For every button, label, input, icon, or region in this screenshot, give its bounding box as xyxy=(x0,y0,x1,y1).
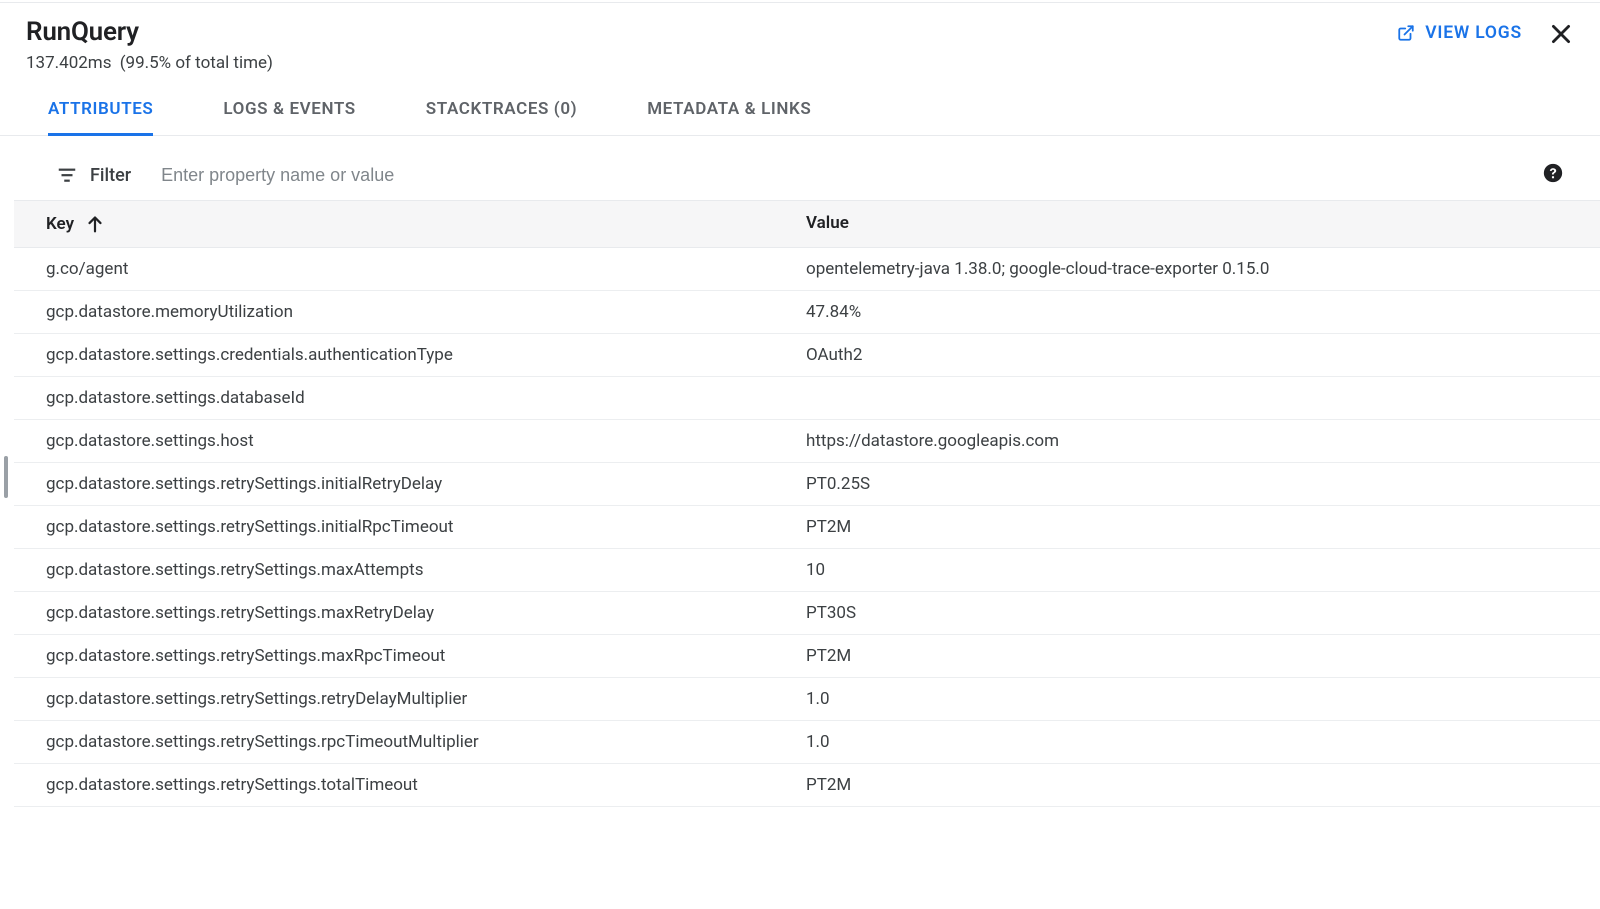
span-percent-of-total: (99.5% of total time) xyxy=(120,53,273,73)
attribute-value: PT2M xyxy=(806,646,1600,666)
attribute-key: gcp.datastore.settings.retrySettings.max… xyxy=(46,646,806,666)
attribute-key: gcp.datastore.settings.retrySettings.max… xyxy=(46,603,806,623)
attribute-value: PT2M xyxy=(806,775,1600,795)
span-subtitle: 137.402ms (99.5% of total time) xyxy=(26,53,1574,73)
attribute-key: gcp.datastore.settings.retrySettings.rpc… xyxy=(46,732,806,752)
attribute-value: 47.84% xyxy=(806,302,1600,322)
table-row[interactable]: gcp.datastore.settings.retrySettings.tot… xyxy=(14,764,1600,807)
external-link-icon xyxy=(1397,24,1415,42)
table-row[interactable]: gcp.datastore.settings.retrySettings.max… xyxy=(14,635,1600,678)
attribute-key: gcp.datastore.settings.databaseId xyxy=(46,388,806,408)
table-row[interactable]: gcp.datastore.settings.retrySettings.ret… xyxy=(14,678,1600,721)
tab-attributes[interactable]: ATTRIBUTES xyxy=(48,99,153,136)
panel-resize-handle[interactable] xyxy=(4,456,8,498)
close-icon xyxy=(1548,32,1574,51)
filter-bar: Filter xyxy=(14,150,1600,200)
table-row[interactable]: gcp.datastore.settings.retrySettings.ini… xyxy=(14,506,1600,549)
view-logs-button[interactable]: VIEW LOGS xyxy=(1397,23,1522,43)
table-row[interactable]: gcp.datastore.settings.retrySettings.rpc… xyxy=(14,721,1600,764)
attributes-table: Key Value g.co/agentopentelemetry-java 1… xyxy=(14,200,1600,807)
attribute-key: gcp.datastore.memoryUtilization xyxy=(46,302,806,322)
table-row[interactable]: gcp.datastore.settings.databaseId xyxy=(14,377,1600,420)
attribute-key: gcp.datastore.settings.retrySettings.ret… xyxy=(46,689,806,709)
attribute-value: 10 xyxy=(806,560,1600,580)
table-header: Key Value xyxy=(14,200,1600,248)
table-row[interactable]: gcp.datastore.settings.retrySettings.max… xyxy=(14,549,1600,592)
table-row[interactable]: gcp.datastore.settings.hosthttps://datas… xyxy=(14,420,1600,463)
column-header-key[interactable]: Key xyxy=(46,213,806,235)
filter-icon xyxy=(56,164,78,186)
filter-label: Filter xyxy=(90,165,131,186)
panel-header: RunQuery 137.402ms (99.5% of total time)… xyxy=(0,3,1600,73)
attribute-value: PT0.25S xyxy=(806,474,1600,494)
span-title: RunQuery xyxy=(26,17,1574,47)
table-body: g.co/agentopentelemetry-java 1.38.0; goo… xyxy=(14,248,1600,807)
attribute-key: gcp.datastore.settings.retrySettings.ini… xyxy=(46,474,806,494)
table-row[interactable]: gcp.datastore.settings.retrySettings.max… xyxy=(14,592,1600,635)
table-row[interactable]: gcp.datastore.settings.retrySettings.ini… xyxy=(14,463,1600,506)
attribute-value: opentelemetry-java 1.38.0; google-cloud-… xyxy=(806,259,1600,279)
help-icon xyxy=(1542,162,1564,188)
attribute-key: gcp.datastore.settings.host xyxy=(46,431,806,451)
attribute-value: PT30S xyxy=(806,603,1600,623)
tab-metadata-links[interactable]: METADATA & LINKS xyxy=(647,99,811,135)
attributes-tab-content: Filter Key xyxy=(0,136,1600,807)
span-duration: 137.402ms xyxy=(26,53,112,73)
attribute-value: https://datastore.googleapis.com xyxy=(806,431,1600,451)
filter-input[interactable] xyxy=(157,163,1524,188)
span-detail-panel: RunQuery 137.402ms (99.5% of total time)… xyxy=(0,2,1600,807)
tab-logs-events[interactable]: LOGS & EVENTS xyxy=(223,99,355,135)
attribute-key: gcp.datastore.settings.retrySettings.ini… xyxy=(46,517,806,537)
table-row[interactable]: gcp.datastore.memoryUtilization47.84% xyxy=(14,291,1600,334)
sort-asc-icon xyxy=(84,213,106,235)
attribute-key: gcp.datastore.settings.credentials.authe… xyxy=(46,345,806,365)
attribute-key: g.co/agent xyxy=(46,259,806,279)
attribute-value: PT2M xyxy=(806,517,1600,537)
column-header-key-label: Key xyxy=(46,214,74,234)
column-header-value[interactable]: Value xyxy=(806,213,1600,235)
column-header-value-label: Value xyxy=(806,213,849,233)
attribute-value: 1.0 xyxy=(806,689,1600,709)
attribute-value xyxy=(806,388,1600,408)
close-button[interactable] xyxy=(1544,17,1578,55)
attribute-key: gcp.datastore.settings.retrySettings.tot… xyxy=(46,775,806,795)
attribute-value: OAuth2 xyxy=(806,345,1600,365)
tab-stacktraces[interactable]: STACKTRACES (0) xyxy=(426,99,577,135)
view-logs-label: VIEW LOGS xyxy=(1425,23,1522,43)
attribute-key: gcp.datastore.settings.retrySettings.max… xyxy=(46,560,806,580)
attribute-value: 1.0 xyxy=(806,732,1600,752)
table-row[interactable]: g.co/agentopentelemetry-java 1.38.0; goo… xyxy=(14,248,1600,291)
help-button[interactable] xyxy=(1536,162,1570,188)
table-row[interactable]: gcp.datastore.settings.credentials.authe… xyxy=(14,334,1600,377)
tab-bar: ATTRIBUTES LOGS & EVENTS STACKTRACES (0)… xyxy=(0,73,1600,136)
